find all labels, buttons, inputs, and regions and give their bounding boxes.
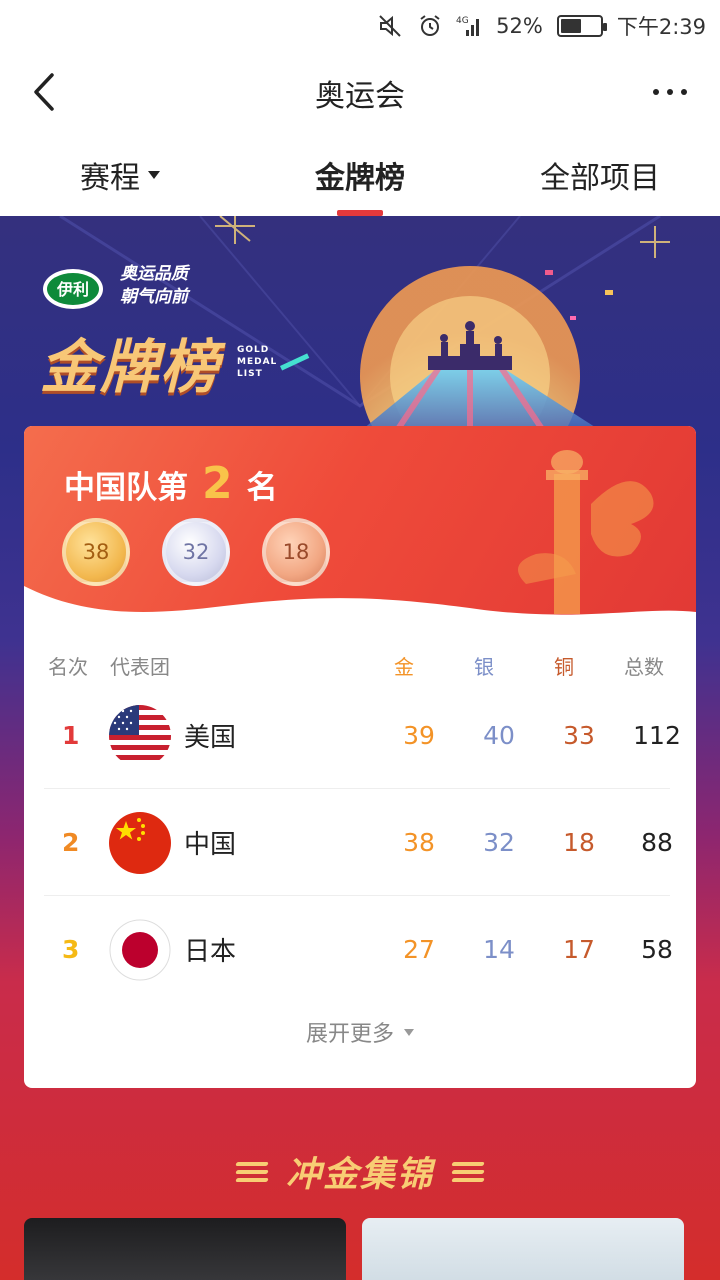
china-rank-suffix: 名 (246, 470, 278, 506)
china-rank-prefix: 中国队第 (64, 470, 188, 506)
banner-title: 金牌榜 (40, 333, 221, 401)
expand-more-button[interactable]: 展开更多 (24, 1016, 696, 1048)
highlight-video-thumbnail[interactable] (362, 1218, 684, 1280)
header-gold: 金 (394, 655, 414, 679)
chevron-down-icon (404, 1028, 414, 1036)
card-wave-divider (24, 586, 696, 636)
row-country: 日本 (184, 937, 237, 967)
slogan-line-2: 朝气向前 (120, 287, 188, 307)
row-gold: 38 (403, 828, 435, 857)
tab-schedule-label: 赛程 (80, 161, 140, 196)
row-total: 58 (641, 935, 673, 964)
japan-flag-icon (109, 919, 171, 981)
title-decoration-icon (451, 1161, 485, 1182)
network-label: 4G (456, 16, 469, 26)
header-bronze: 铜 (554, 655, 574, 679)
back-chevron-icon (34, 73, 54, 111)
header-total: 总数 (624, 655, 664, 679)
row-gold: 27 (403, 935, 435, 964)
slogan-line-1: 奥运品质 (120, 264, 188, 284)
highlight-video-thumbnail[interactable] (24, 1218, 346, 1280)
china-rank-title: 中国队第 2 名 (64, 458, 278, 509)
tab-bar: 赛程 金牌榜 全部项目 (0, 134, 720, 216)
app-header: 奥运会 (0, 52, 720, 134)
tab-schedule[interactable]: 赛程 (0, 134, 240, 216)
row-rank: 3 (62, 935, 80, 964)
china-flag-icon (109, 812, 171, 874)
row-bronze: 33 (563, 721, 595, 750)
title-decoration-icon (235, 1161, 269, 1182)
row-rank: 2 (62, 828, 80, 857)
row-rank: 1 (62, 721, 80, 750)
table-row[interactable]: 1 美国 39 40 33 112 (44, 682, 681, 789)
battery-icon (556, 15, 607, 37)
status-bar: 4G 52% 下午2:39 (0, 0, 720, 52)
more-dots-icon[interactable] (640, 72, 700, 112)
table-header: 名次 代表团 金 银 铜 总数 (24, 651, 696, 681)
back-button[interactable] (22, 70, 66, 114)
battery-percent: 52% (496, 14, 543, 38)
svg-text:伊利: 伊利 (56, 280, 89, 299)
table-row[interactable]: 3 日本 27 14 17 58 (44, 896, 673, 1003)
yili-logo-icon: 伊利 (43, 269, 103, 309)
highlights-title: 冲金集锦 (285, 1155, 434, 1195)
header-rank: 名次 (48, 655, 88, 679)
medal-table-card: 中国队第 2 名 38 32 18 名次 代表团 金 银 铜 总数 1 美国 3… (24, 426, 696, 1088)
page-title: 奥运会 (315, 79, 405, 114)
row-silver: 14 (483, 935, 515, 964)
tab-medal-table-label: 金牌榜 (315, 161, 405, 196)
dropdown-caret-icon (148, 171, 160, 179)
banner-subtitle: GOLD MEDAL LIST (237, 344, 277, 380)
row-bronze: 18 (563, 828, 595, 857)
tab-medal-table[interactable]: 金牌榜 (240, 134, 480, 216)
row-silver: 40 (483, 721, 515, 750)
banner-subtitle-1: GOLD (237, 345, 270, 355)
row-total: 88 (641, 828, 673, 857)
clock: 下午2:39 (616, 15, 706, 39)
row-country: 美国 (184, 723, 237, 753)
signal-icon: 4G (456, 14, 482, 38)
row-gold: 39 (403, 721, 435, 750)
table-row[interactable]: 2 中国 38 32 18 88 (44, 789, 673, 896)
header-team: 代表团 (110, 655, 170, 679)
header-silver: 银 (474, 655, 494, 679)
banner-subtitle-2: MEDAL (237, 357, 278, 367)
expand-more-label: 展开更多 (305, 1022, 394, 1047)
medal-banner: 伊利 奥运品质 朝气向前 金牌榜 GOLD MEDAL LIST 中国队第 2 … (0, 216, 720, 1280)
mute-icon (378, 14, 404, 38)
highlights-section-title: 冲金集锦 (0, 1146, 720, 1197)
banner-slogan: 奥运品质 朝气向前 (120, 263, 188, 309)
alarm-icon (418, 14, 442, 38)
china-rank-number: 2 (202, 458, 233, 509)
row-total: 112 (633, 721, 681, 750)
row-silver: 32 (483, 828, 515, 857)
usa-flag-icon (109, 705, 171, 767)
row-country: 中国 (184, 830, 237, 860)
tab-all-events[interactable]: 全部项目 (480, 134, 720, 216)
row-bronze: 17 (563, 935, 595, 964)
banner-subtitle-3: LIST (237, 369, 263, 379)
tab-all-events-label: 全部项目 (540, 161, 660, 196)
